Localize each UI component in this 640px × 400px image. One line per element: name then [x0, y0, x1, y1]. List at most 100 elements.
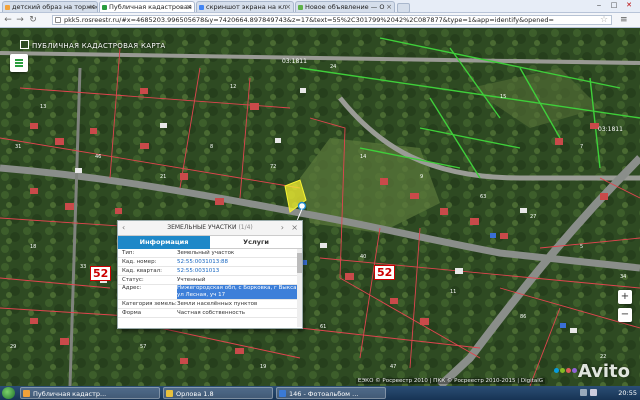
- reload-button[interactable]: ↻: [28, 15, 38, 25]
- close-tab-icon[interactable]: ×: [89, 2, 95, 12]
- address-toolbar: ← → ↻ pkk5.rosreestr.ru/#x=4685203.99650…: [0, 13, 640, 28]
- menu-bar-icon: [15, 59, 23, 61]
- detail-key: Статус:: [122, 277, 144, 283]
- folder-icon: [166, 390, 173, 397]
- watermark-dot-icon: [553, 368, 559, 373]
- browser-menu-icon[interactable]: ≡: [620, 15, 628, 25]
- menu-bar-icon: [15, 62, 23, 64]
- volume-icon[interactable]: [590, 389, 597, 396]
- chevron-right-icon[interactable]: ›: [281, 221, 284, 235]
- svg-text:31: 31: [15, 144, 21, 150]
- tab-services[interactable]: Услуги: [210, 236, 302, 249]
- satellite-imagery: 13 46 21 8 72 14 9 63 27 5 18 33 40 11 86 22 57 19 61 7…: [0, 28, 640, 386]
- svg-text:15: 15: [500, 94, 506, 100]
- cadastral-quarter-link[interactable]: 52:55:0031013: [177, 267, 302, 275]
- bookmark-star-icon[interactable]: ☆: [600, 15, 608, 25]
- close-window-button[interactable]: ✕: [622, 1, 636, 10]
- tab-label: скриншот экрана на кл: [206, 3, 287, 11]
- taskbar-button[interactable]: Публичная кадастр...: [20, 387, 160, 399]
- chevron-left-icon[interactable]: ‹: [122, 221, 125, 235]
- close-tab-icon[interactable]: ×: [186, 2, 192, 12]
- tab-information[interactable]: Информация: [118, 236, 210, 249]
- svg-text:57: 57: [140, 344, 146, 350]
- network-icon[interactable]: [580, 389, 587, 396]
- detail-row: Кад. квартал: 52:55:0031013: [118, 267, 302, 276]
- cadastral-label: 03:1811: [282, 58, 307, 65]
- back-button[interactable]: ←: [3, 15, 13, 25]
- detail-row: Кад. номер: 52:55:0031013:88: [118, 258, 302, 267]
- svg-text:18: 18: [30, 244, 36, 250]
- avito-watermark: Avito: [553, 361, 630, 382]
- reload-icon: ↻: [29, 15, 37, 25]
- system-clock[interactable]: 20:55: [618, 387, 637, 399]
- popup-scrollbar[interactable]: [297, 249, 302, 327]
- svg-text:21: 21: [160, 174, 166, 180]
- svg-text:9: 9: [420, 174, 423, 180]
- detail-row: Форма Частная собственность: [118, 309, 302, 318]
- svg-text:11: 11: [450, 289, 456, 295]
- watermark-dot-icon: [559, 368, 565, 373]
- svg-text:40: 40: [360, 254, 366, 260]
- close-icon[interactable]: ×: [291, 221, 298, 235]
- minimize-button[interactable]: ‒: [592, 1, 606, 10]
- detail-key: Кад. квартал:: [122, 268, 162, 274]
- map-menu-button[interactable]: [10, 54, 28, 72]
- zoom-out-button[interactable]: −: [618, 308, 632, 322]
- detail-key: Кад. номер:: [122, 259, 157, 265]
- watermark-text: Avito: [577, 361, 630, 382]
- maximize-button[interactable]: □: [607, 1, 621, 10]
- zoom-in-button[interactable]: +: [618, 290, 632, 304]
- detail-key: Форма: [122, 310, 142, 316]
- detail-row: Тип: Земельный участок: [118, 249, 302, 258]
- svg-text:47: 47: [390, 364, 396, 370]
- detail-value: Частная собственность: [177, 310, 246, 316]
- popup-tabs: Информация Услуги: [118, 236, 302, 249]
- watermark-dot-icon: [571, 368, 577, 373]
- url-bar[interactable]: pkk5.rosreestr.ru/#x=4685203.996505678&y…: [52, 15, 612, 25]
- map-title: ПУБЛИЧНАЯ КАДАСТРОВАЯ КАРТА: [20, 40, 166, 50]
- detail-value: Учтенный: [177, 277, 206, 283]
- detail-row: Категория земель: Земли населённых пункто…: [118, 300, 302, 309]
- svg-text:14: 14: [360, 154, 366, 160]
- browser-tab-4[interactable]: Новое объявление — О ×: [295, 1, 395, 12]
- start-button[interactable]: [2, 387, 15, 399]
- new-tab-button[interactable]: [397, 3, 410, 13]
- detail-row: Адрес: Нижегородская обл, с Борковка, г В…: [118, 285, 302, 300]
- browser-tab-2[interactable]: Публичная кадастровая ×: [99, 1, 195, 12]
- svg-text:13: 13: [40, 104, 46, 110]
- os-taskbar: Публичная кадастр... Орлова 1.8 146 - Фо…: [0, 386, 640, 400]
- scrollbar-thumb[interactable]: [297, 253, 302, 273]
- cadastral-label: 03:1811: [598, 126, 623, 133]
- map-copyright: ЕЭКО © Росреестр 2010 | ПКК © Росреестр …: [355, 378, 545, 384]
- taskbar-button[interactable]: 146 - Фотоальбом ...: [276, 387, 386, 399]
- svg-text:24: 24: [330, 64, 336, 70]
- map-title-text: ПУБЛИЧНАЯ КАДАСТРОВАЯ КАРТА: [32, 42, 166, 50]
- svg-text:34: 34: [620, 274, 626, 280]
- svg-text:63: 63: [480, 194, 486, 200]
- popup-title: ЗЕМЕЛЬНЫЕ УЧАСТКИ: [167, 224, 237, 231]
- forward-button[interactable]: →: [15, 15, 25, 25]
- address-value[interactable]: Нижегородская обл, с Борковка, г Выкса, …: [177, 285, 302, 299]
- svg-text:72: 72: [270, 164, 276, 170]
- menu-bar-icon: [15, 65, 23, 67]
- detail-key: Адрес:: [122, 285, 142, 291]
- browser-tab-1[interactable]: детский образ на торжес ×: [2, 1, 98, 12]
- svg-text:19: 19: [260, 364, 266, 370]
- favicon-icon: [5, 5, 10, 10]
- detail-value: Земельный участок: [177, 250, 235, 256]
- close-tab-icon[interactable]: ×: [386, 2, 392, 12]
- photo-album-icon: [279, 390, 286, 397]
- cadastral-map[interactable]: 13 46 21 8 72 14 9 63 27 5 18 33 40 11 86 22 57 19 61 7…: [0, 28, 640, 386]
- svg-text:7: 7: [580, 144, 583, 150]
- browser-tab-3[interactable]: скриншот экрана на кл ×: [196, 1, 294, 12]
- parcel-info-popup: ‹ ЗЕМЕЛЬНЫЕ УЧАСТКИ (1/4) › × Информация …: [117, 220, 303, 329]
- tab-label: детский образ на торжес: [12, 3, 98, 11]
- svg-text:22: 22: [600, 354, 606, 360]
- district-label: 52: [90, 266, 112, 281]
- close-tab-icon[interactable]: ×: [285, 2, 291, 12]
- cadastral-number-link[interactable]: 52:55:0031013:88: [177, 258, 302, 266]
- detail-value: Земли населённых пунктов: [177, 301, 258, 307]
- taskbar-button-label: 146 - Фотоальбом ...: [289, 390, 359, 398]
- taskbar-button[interactable]: Орлова 1.8: [163, 387, 273, 399]
- watermark-dot-icon: [565, 368, 571, 373]
